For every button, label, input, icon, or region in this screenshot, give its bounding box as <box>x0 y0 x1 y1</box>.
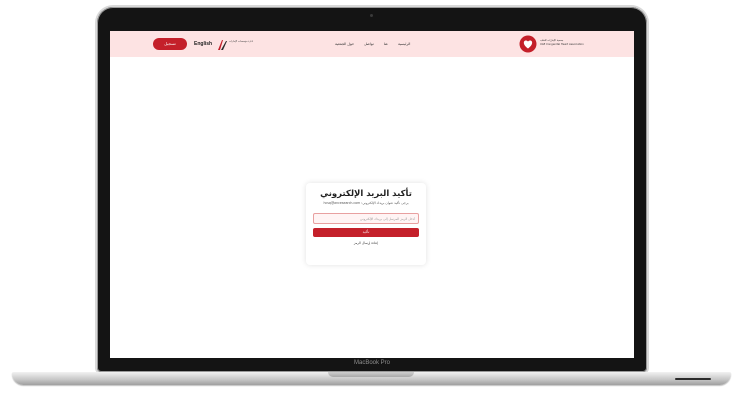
verification-code-input[interactable] <box>313 213 419 224</box>
nav-item-home[interactable]: الرئيسية <box>398 38 410 50</box>
card-subtitle: يرجى تأكيد عنوان بريدك الإلكتروني: hcsq@… <box>323 201 409 205</box>
signin-button[interactable]: تسجيل <box>153 38 187 50</box>
org-logo[interactable]: جمعية الإمارات للقلب UAE Congenital Hear… <box>519 35 619 53</box>
nav-item-association[interactable]: حول الجمعية <box>335 38 354 50</box>
confirm-button[interactable]: تأكيد <box>313 228 419 237</box>
nav-item-contact[interactable]: تواصل <box>364 38 374 50</box>
resend-code-link[interactable]: إعادة إرسال الرمز <box>306 241 426 245</box>
nav-item-about[interactable]: عنا <box>384 38 388 50</box>
partner-logo-text: ادارة مؤسسات الإمارات <box>229 40 254 43</box>
laptop-foot <box>675 378 711 380</box>
camera-icon <box>370 14 373 17</box>
laptop-screen: تسجيل English ادارة مؤسسات الإمارات الرئ… <box>110 31 634 358</box>
laptop-base <box>12 372 731 385</box>
laptop-notch <box>328 372 414 377</box>
site-header: تسجيل English ادارة مؤسسات الإمارات الرئ… <box>110 31 634 57</box>
laptop-lid: تسجيل English ادارة مؤسسات الإمارات الرئ… <box>97 7 647 372</box>
partner-logo[interactable]: ادارة مؤسسات الإمارات <box>217 37 253 51</box>
main-nav: الرئيسية عنا تواصل حول الجمعية <box>335 38 410 50</box>
heart-logo-icon <box>519 35 537 53</box>
partner-logo-icon <box>218 40 227 50</box>
card-title: تأكيد البريد الإلكتروني <box>320 189 412 199</box>
org-name-en: UAE Congenital Heart Association <box>540 42 584 46</box>
org-name: جمعية الإمارات للقلب UAE Congenital Hear… <box>540 39 584 46</box>
laptop-brand-label: MacBook Pro <box>353 360 390 366</box>
verify-email-card: تأكيد البريد الإلكتروني يرجى تأكيد عنوان… <box>306 183 426 265</box>
language-switch[interactable]: English <box>194 38 212 50</box>
